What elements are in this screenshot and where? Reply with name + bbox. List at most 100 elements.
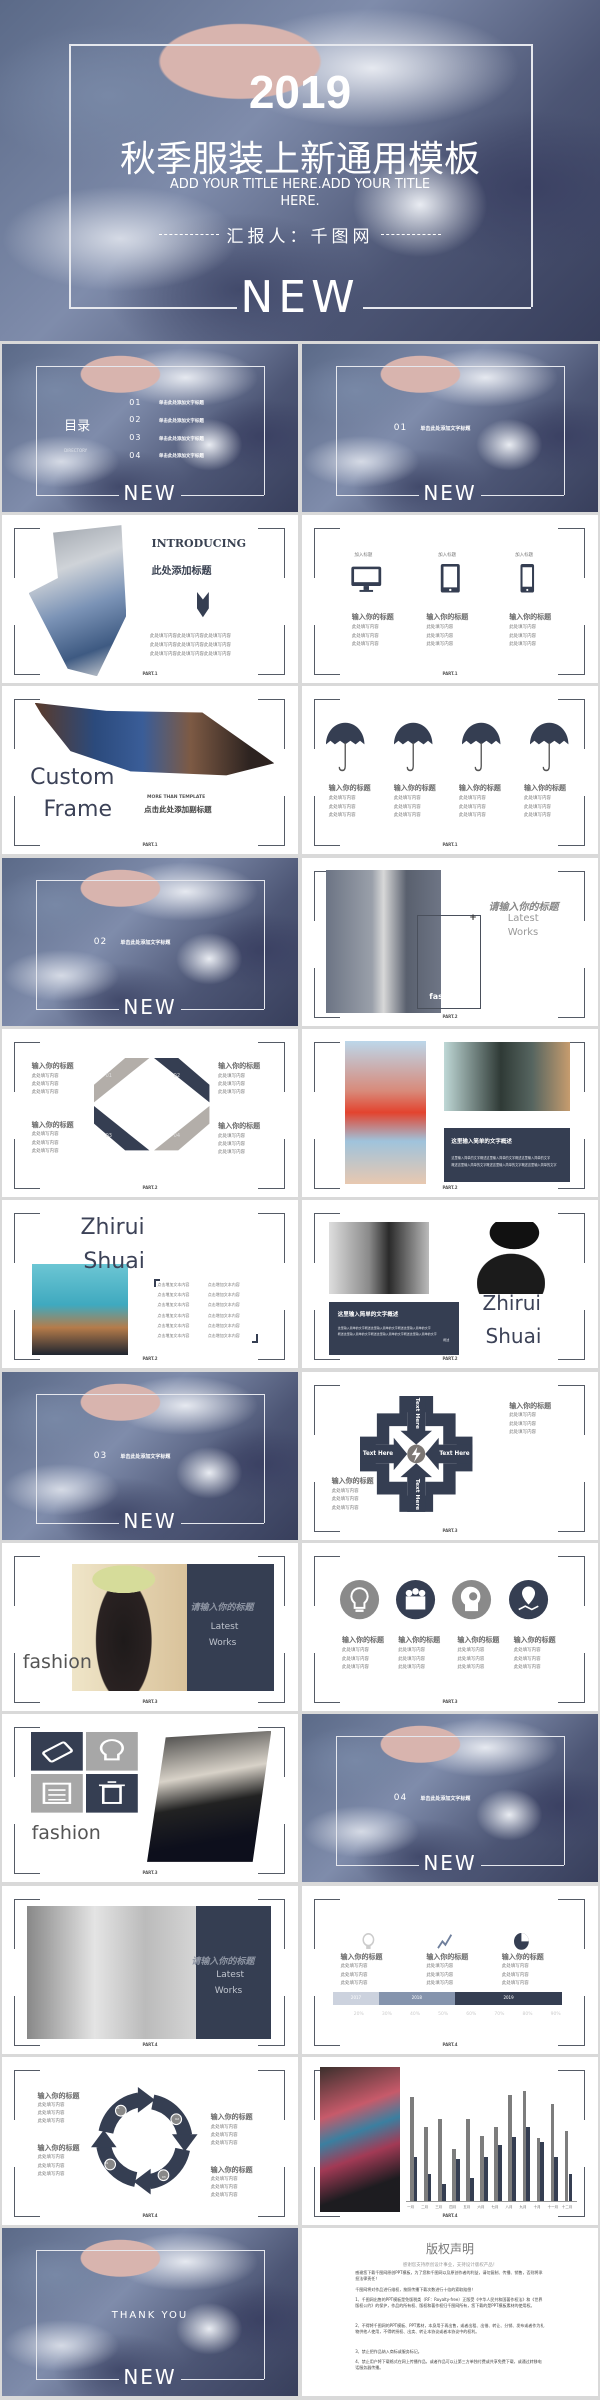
slide-fashion-hat: PART.3 请输入你的标题 Latest Works fashion — [2, 1543, 298, 1711]
item-body: 此处填写内容 — [524, 804, 551, 810]
frame-corner — [583, 527, 585, 578]
item-body: 此处填写内容 — [31, 1148, 59, 1154]
device-label: 加入标题 — [515, 552, 534, 558]
frame-corner — [283, 1653, 285, 1704]
directory-number: 01 — [129, 397, 142, 407]
item-body: 此处填写内容 — [31, 1132, 59, 1138]
item-heading: 输入你的标题 — [501, 1952, 544, 1961]
frame-corner — [583, 1310, 585, 1361]
frame-corner — [13, 1824, 15, 1875]
growth-chart-icon — [437, 1934, 453, 1949]
thank-you-text: THANK YOU — [111, 2310, 189, 2322]
part-label: PART.1 — [142, 671, 158, 677]
item-body: 此处填写内容 — [501, 1964, 529, 1970]
part-label: PART.3 — [142, 1870, 158, 1876]
item-body: 此处填写内容 — [210, 2177, 238, 2183]
works-line1: Latest — [507, 913, 539, 925]
item-body: 此处填写内容 — [524, 813, 551, 818]
item-body: 此处填写内容 — [458, 796, 486, 802]
frame-corner — [258, 1555, 285, 1557]
profile-item: 点击增加文本内容 — [157, 1292, 190, 1298]
item-body: 此处填写内容 — [218, 1089, 246, 1095]
bar-series2 — [512, 2137, 516, 2202]
item-heading: 输入你的标题 — [37, 2091, 80, 2100]
part-label: PART.1 — [442, 842, 458, 848]
frame-corner — [283, 1824, 285, 1875]
chapter-title: 单击此处添加文字标题 — [420, 1796, 471, 1803]
frame-corner — [13, 1555, 41, 1557]
profile-item: 点击增加文本内容 — [157, 1302, 190, 1308]
hands-photo — [147, 1730, 272, 1862]
item-body: 此处填写内容 — [341, 1648, 369, 1654]
cycle-label: 04 — [104, 2161, 108, 2166]
frame-corner — [13, 1212, 15, 1263]
profile-item: 点击增加文本内容 — [207, 1332, 240, 1338]
monitor-icon — [351, 566, 382, 592]
scarf-woman-photo — [319, 2067, 400, 2212]
item-body: 此处填写内容 — [457, 1648, 485, 1654]
profile-item: 点击增加文本内容 — [157, 1332, 190, 1338]
slide-thank-you: NEW THANK YOU — [2, 2228, 298, 2396]
x-tick-label: 六月 — [477, 2204, 485, 2209]
frame-corner — [583, 1041, 585, 1092]
frame-line — [69, 44, 531, 47]
progress-tick: 70% — [494, 2012, 505, 2017]
bar-series2 — [484, 2157, 488, 2202]
item-body: 此处填写内容 — [351, 625, 379, 631]
bar-series2 — [498, 2144, 502, 2202]
item-body: 此处填写内容 — [328, 804, 356, 810]
profile-first: Zhirui — [80, 1215, 145, 1241]
chapter-title: 单击此处添加文字标题 — [120, 1454, 171, 1461]
item-heading: 输入你的标题 — [509, 613, 552, 622]
slide-cycle: PART.4 01 02 03 04 输入你的标题 此处填写内容 此处填写内容 此处填写内容 输入… — [2, 2057, 298, 2225]
frame-line — [36, 879, 38, 1010]
part-label: PART.4 — [142, 2213, 158, 2219]
profile-item: 点击增加文本内容 — [157, 1312, 190, 1318]
frame-corner — [583, 1555, 585, 1606]
frame-line — [36, 2249, 264, 2251]
item-body: 此处填写内容 — [37, 2171, 65, 2177]
summary-box: 这里输入简单的文字概述 这里输入简单的文字概述这里输入简单的文字概述这里输入简单的… — [443, 1128, 570, 1182]
frame-corner — [313, 1384, 315, 1435]
directory-subtitle: DIRECTORY — [64, 448, 88, 454]
frame-corner — [313, 1482, 315, 1533]
slide-progress: PART.4 输入你的标题 此处填写内容 此处填写内容 此处填写内容 输入你的标题 此处填写… — [302, 1886, 598, 2054]
item-body: 此处填写内容 — [340, 1972, 368, 1978]
bar-series2 — [526, 2127, 530, 2202]
frame-corner — [583, 1139, 585, 1190]
copyright-title: 版权声明 — [425, 2241, 474, 2256]
bar-series2 — [442, 2183, 446, 2202]
frame-corner — [583, 1653, 585, 1704]
item-heading: 输入你的标题 — [218, 1061, 261, 1070]
hero-subtitle: ADD YOUR TITLE HERE.ADD YOUR TITLE — [169, 177, 431, 193]
works-title: 请输入你的标题 — [190, 1602, 254, 1613]
summary-body: 概述这里输入简单的文字概述这里输入简单的文字概述这里输入简单的文字 — [451, 1162, 557, 1167]
frame-corner — [13, 1139, 15, 1190]
cross-text-label: Text Here — [414, 1397, 420, 1428]
copyright-paragraph: 3、禁止把作品纳入商标或服务标记。 — [355, 2348, 422, 2354]
copyright-paragraph: 4、禁止用户将下载格式在网上传播作品，或者作品可以让第三方单独付费或共享免费下载… — [355, 2359, 542, 2371]
item-body: 此处填写内容 — [341, 1664, 369, 1670]
hero-subtitle-2: HERE. — [280, 194, 320, 210]
x-tick-label: 九月 — [519, 2204, 527, 2209]
item-body: 此处填写内容 — [328, 796, 356, 802]
frame-line — [336, 365, 564, 367]
umbrella-icon — [530, 723, 569, 772]
works-title: 请输入你的标题 — [488, 902, 559, 914]
frame-corner — [558, 527, 585, 529]
frame-corner — [583, 1898, 585, 1949]
item-heading: 输入你的标题 — [426, 613, 469, 622]
item-body: 此处填写内容 — [210, 2133, 238, 2139]
slide-photo-summary: PART.2 这里输入简单的文字概述 这里输入简单的文字概述这里输入简单的文字概述这… — [302, 1029, 598, 1197]
item-body: 此处填写内容 — [398, 1648, 426, 1654]
progress-label: 2019 — [503, 1994, 514, 2000]
item-body: 此处填写内容 — [340, 1964, 368, 1970]
fashion-label: fashion — [22, 1650, 92, 1673]
item-body: 此处填写内容 — [210, 2185, 238, 2191]
cycle-arrows-diagram — [90, 2087, 198, 2195]
frame-corner — [313, 1041, 315, 1092]
new-badge: NEW — [123, 481, 177, 506]
item-body: 此处填写内容 — [509, 625, 537, 631]
item-body: 此处填写内容 — [31, 1089, 59, 1095]
item-heading: 输入你的标题 — [218, 1122, 261, 1131]
